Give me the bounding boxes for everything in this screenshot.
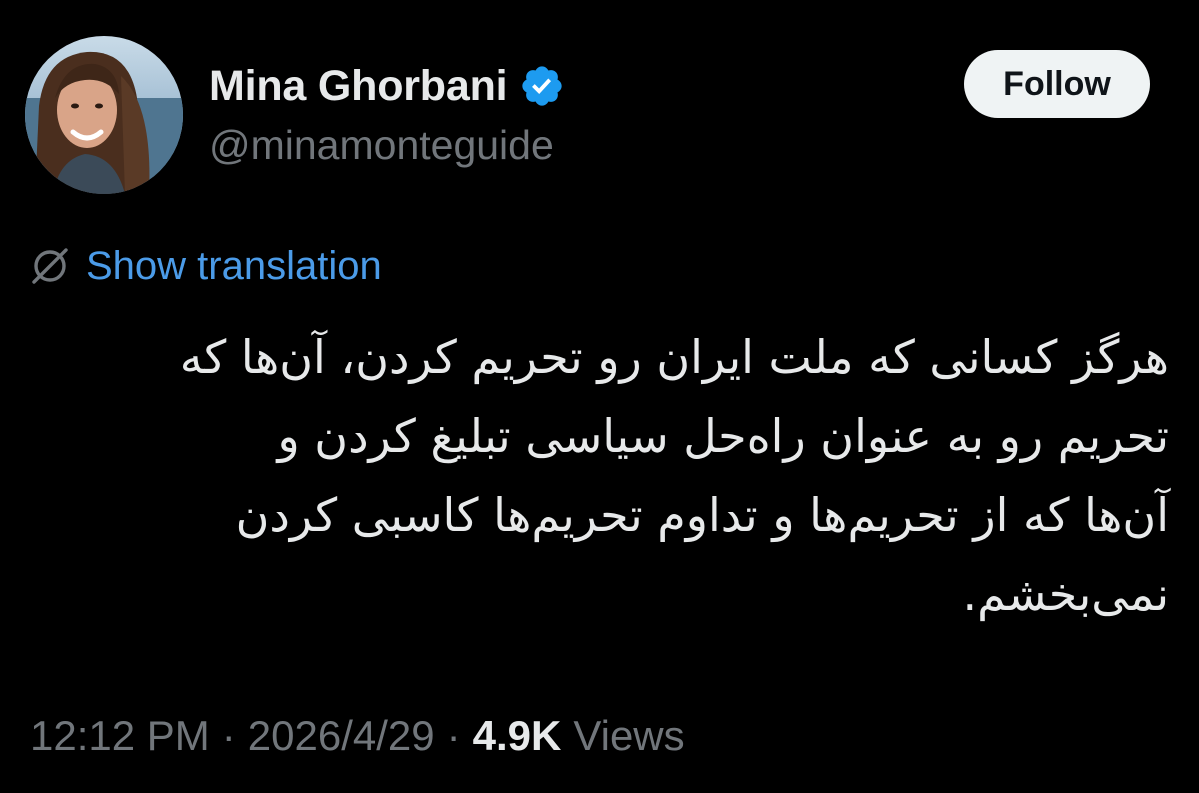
author-handle[interactable]: @minamonteguide [209,122,554,169]
meta-separator: · [221,712,236,759]
avatar[interactable] [25,36,183,194]
tweet-line: آن‌ها که از تحریم‌ها و تداوم تحریم‌ها کا… [235,488,1169,542]
avatar-photo [25,36,183,194]
author-name-row[interactable]: Mina Ghorbani [209,58,565,114]
show-translation-link[interactable]: Show translation [86,244,382,289]
tweet-line: هرگز کسانی که ملت ایران رو تحریم کردن، آ… [179,330,1169,384]
tweet-text: هرگز کسانی که ملت ایران رو تحریم کردن، آ… [19,318,1169,634]
translation-row[interactable]: Show translation [28,238,382,294]
author-display-name[interactable]: Mina Ghorbani [209,62,508,111]
tweet-line: تحریم رو به عنوان راه‌حل سیاسی تبلیغ کرد… [277,409,1169,463]
meta-separator: · [446,712,461,759]
views-label: Views [573,712,685,759]
views-count[interactable]: 4.9K [473,712,562,760]
verified-badge-icon [522,66,563,106]
follow-button[interactable]: Follow [964,50,1150,118]
tweet-line: نمی‌بخشم. [962,567,1169,621]
tweet-meta: 12:12 PM · 2026/4/29 · 4.9K Views [30,708,685,764]
tweet-date[interactable]: 2026/4/29 [248,712,435,760]
globe-slash-icon [32,248,68,284]
tweet-time[interactable]: 12:12 PM [30,712,210,760]
